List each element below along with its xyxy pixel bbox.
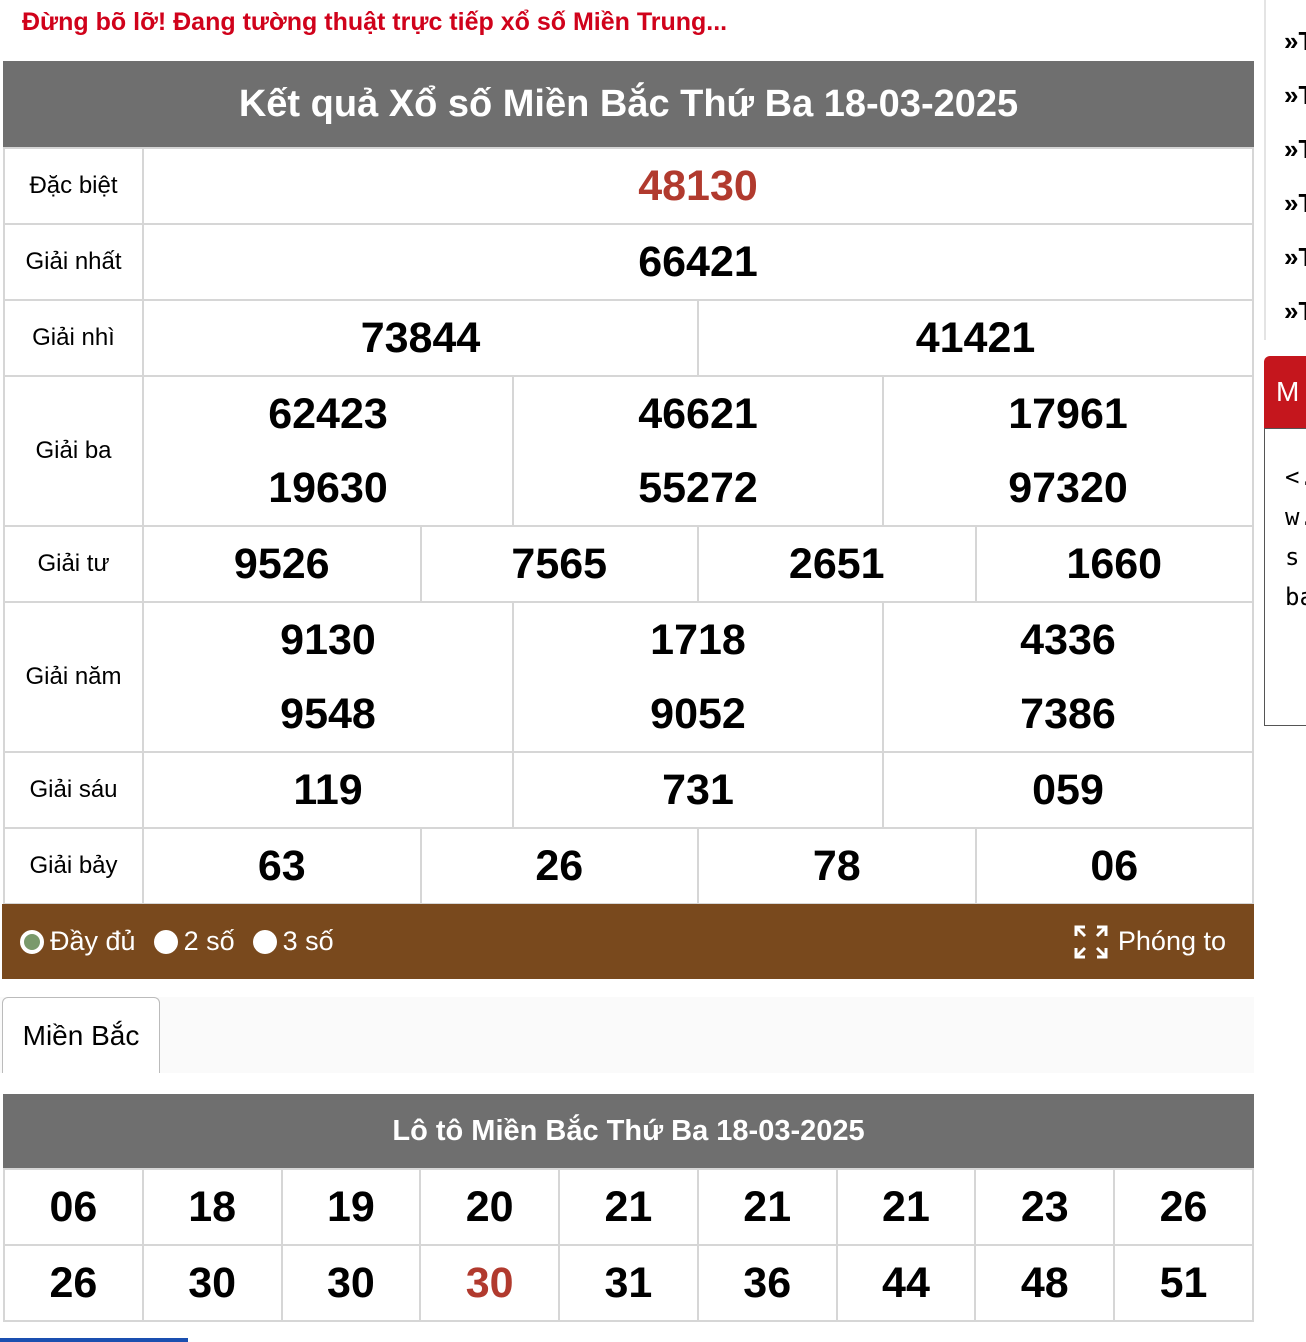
loto-number: 26	[3, 1244, 144, 1322]
loto-number: 06	[3, 1168, 144, 1246]
zoom-label: Phóng to	[1117, 926, 1226, 956]
prize-number: 17961	[1008, 390, 1128, 438]
prize-number: 059	[882, 751, 1254, 829]
expand-icon	[1074, 925, 1108, 958]
prize-number: 2651	[697, 525, 977, 603]
row-fifth: Giải năm 9130 9548 1718 9052 4336 7386	[3, 601, 1254, 753]
code-line: w.	[1285, 503, 1306, 531]
tab-mien-bac[interactable]: Miền Bắc	[2, 997, 160, 1073]
loto-number: 19	[280, 1168, 422, 1246]
loto-number: 48	[974, 1244, 1116, 1322]
prize-label: Giải năm	[3, 601, 144, 753]
prize-number: 731	[512, 751, 884, 829]
display-toolbar: Đầy đủ 2 số 3 số Phóng to	[2, 904, 1254, 979]
sidebar-red-tab[interactable]: M	[1264, 356, 1306, 428]
radio-selected-icon[interactable]	[20, 929, 44, 954]
special-number: 48130	[142, 147, 1254, 225]
option-label: 3 số	[282, 926, 334, 956]
loto-number: 18	[141, 1168, 283, 1246]
radio-icon[interactable]	[153, 929, 178, 954]
sidebar-divider	[1264, 0, 1266, 340]
code-line: ba	[1285, 583, 1306, 611]
sidebar-link[interactable]: »T	[1284, 242, 1306, 273]
prize-number: 7386	[1020, 690, 1116, 738]
loto-number: 31	[558, 1244, 699, 1322]
row-third: Giải ba 62423 19630 46621 55272 17961 97…	[3, 375, 1254, 527]
zoom-button[interactable]: Phóng to	[1074, 904, 1226, 979]
loto-number: 26	[1113, 1168, 1254, 1246]
loto-number-special: 30	[419, 1244, 561, 1322]
row-first: Giải nhất 66421	[3, 223, 1254, 301]
prize-label: Giải tư	[3, 525, 144, 603]
prize-number: 19630	[268, 464, 388, 512]
sidebar-link[interactable]: »T	[1284, 296, 1306, 327]
row-special: Đặc biệt 48130	[3, 147, 1254, 225]
prize-label: Giải ba	[3, 375, 144, 527]
loto-number: 30	[280, 1244, 422, 1322]
option-label: Đầy đủ	[50, 926, 136, 956]
radio-icon[interactable]	[252, 929, 277, 954]
prize-number: 97320	[1008, 464, 1128, 512]
sidebar-link[interactable]: »T	[1284, 188, 1306, 219]
row-sixth: Giải sáu 119 731 059	[3, 751, 1254, 829]
prize-number: 06	[974, 827, 1254, 905]
loto-number: 21	[558, 1168, 699, 1246]
sidebar-link[interactable]: »T	[1284, 134, 1306, 165]
row-fourth: Giải tư 9526 7565 2651 1660	[3, 525, 1254, 603]
prize-number: 4336	[1020, 616, 1116, 664]
loto-number: 23	[974, 1168, 1116, 1246]
prize-number: 9052	[650, 690, 746, 738]
loto-row: 06 18 19 20 21 21 21 23 26	[3, 1168, 1254, 1246]
prize-number: 66421	[142, 223, 1254, 301]
loto-number: 51	[1113, 1244, 1254, 1322]
prize-number: 73844	[142, 299, 699, 377]
prize-number: 26	[419, 827, 699, 905]
prize-label: Giải nhất	[3, 223, 144, 301]
prize-label: Giải bảy	[3, 827, 144, 905]
loto-number: 21	[696, 1168, 838, 1246]
code-line: s	[1285, 543, 1300, 571]
prize-label: Giải sáu	[3, 751, 144, 829]
prize-number: 78	[697, 827, 977, 905]
scroll-indicator	[0, 1338, 188, 1342]
prize-number: 46621	[638, 390, 758, 438]
live-banner-link[interactable]: Đừng bõ lỡ! Đang tường thuật trực tiếp x…	[22, 8, 727, 37]
option-full[interactable]: Đầy đủ	[20, 926, 136, 957]
loto-number: 44	[835, 1244, 977, 1322]
prize-number: 55272	[638, 464, 758, 512]
prize-number: 9548	[280, 690, 376, 738]
loto-title: Lô tô Miền Bắc Thứ Ba 18-03-2025	[3, 1094, 1254, 1168]
sidebar-link[interactable]: »T	[1284, 26, 1306, 57]
prize-number: 1660	[974, 525, 1254, 603]
prize-number: 9130	[280, 616, 376, 664]
loto-number: 20	[419, 1168, 561, 1246]
option-3-digits[interactable]: 3 số	[252, 926, 334, 957]
result-title: Kết quả Xổ số Miền Bắc Thứ Ba 18-03-2025	[3, 61, 1254, 147]
prize-number: 63	[142, 827, 422, 905]
loto-row: 26 30 30 30 31 36 44 48 51	[3, 1244, 1254, 1322]
prize-number: 9526	[142, 525, 422, 603]
prize-label: Giải nhì	[3, 299, 144, 377]
row-seventh: Giải bảy 63 26 78 06	[3, 827, 1254, 905]
prize-number: 62423	[268, 390, 388, 438]
prize-label: Đặc biệt	[3, 147, 144, 225]
sidebar: »T »T »T »T »T »T M <. w. s ba	[1264, 0, 1306, 1342]
loto-number: 30	[141, 1244, 283, 1322]
prize-number: 1718	[650, 616, 746, 664]
option-2-digits[interactable]: 2 số	[153, 926, 235, 957]
loto-number: 21	[835, 1168, 977, 1246]
prize-number: 119	[142, 751, 514, 829]
prize-number: 7565	[419, 525, 699, 603]
prize-number: 41421	[697, 299, 1254, 377]
region-tabs: Miền Bắc	[0, 997, 1254, 1073]
loto-table: 06 18 19 20 21 21 21 23 26 26 30 30 30 3…	[3, 1168, 1254, 1322]
option-label: 2 số	[183, 926, 235, 956]
row-second: Giải nhì 73844 41421	[3, 299, 1254, 377]
sidebar-link[interactable]: »T	[1284, 80, 1306, 111]
result-table: Đặc biệt 48130 Giải nhất 66421 Giải nhì …	[3, 147, 1254, 905]
code-line: <.	[1285, 463, 1306, 491]
loto-number: 36	[696, 1244, 838, 1322]
embed-code-box[interactable]: <. w. s ba	[1264, 428, 1306, 726]
